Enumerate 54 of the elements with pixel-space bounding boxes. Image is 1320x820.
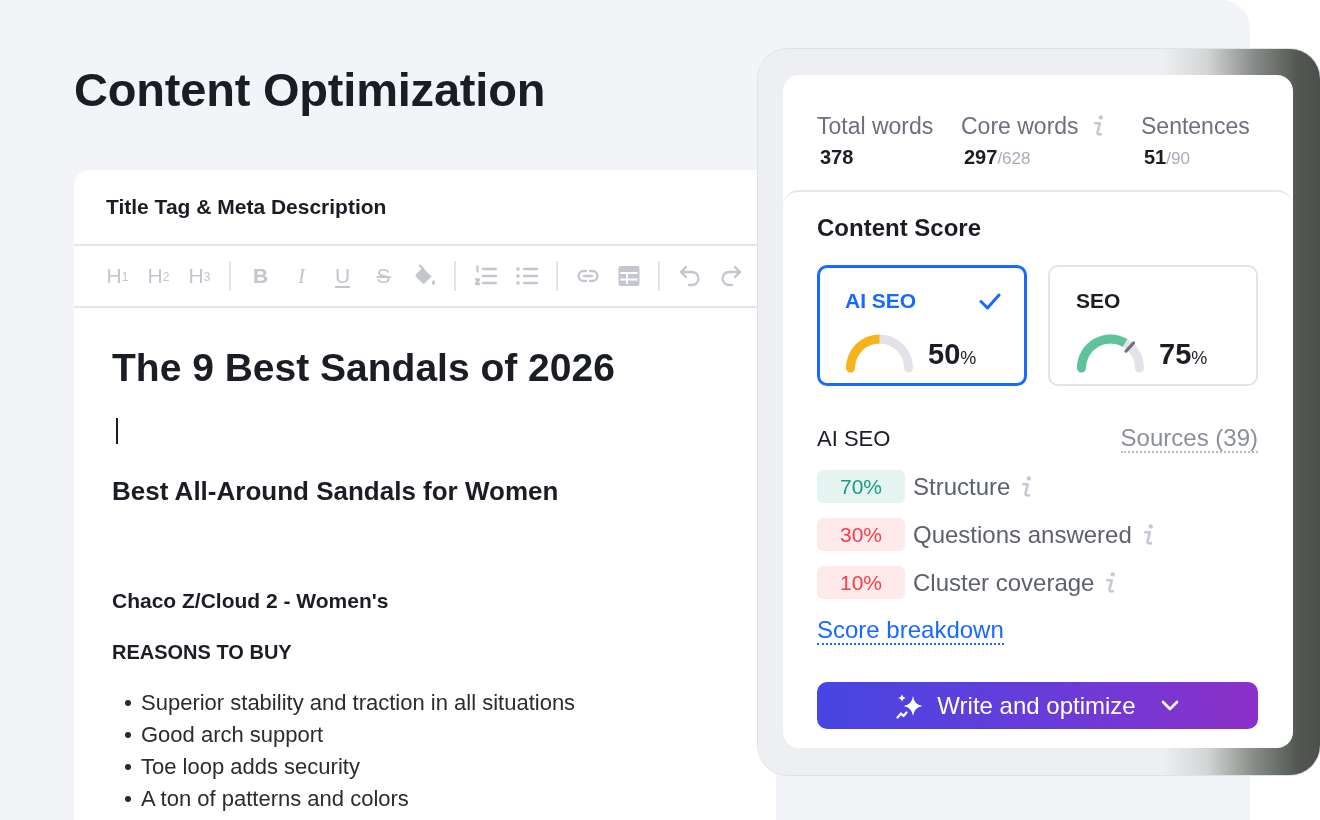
info-icon[interactable] <box>1142 523 1154 546</box>
metric-label: Cluster coverage <box>913 568 1095 597</box>
product-name: Chaco Z/Cloud 2 - Women's <box>112 588 390 614</box>
metric-label: Questions answered <box>913 520 1132 549</box>
page-title: Content Optimization <box>74 64 547 116</box>
stat-value: 378 <box>819 145 855 169</box>
italic-button[interactable]: I <box>288 261 315 291</box>
table-icon <box>616 264 641 288</box>
bold-button[interactable]: B <box>247 261 274 291</box>
info-icon[interactable] <box>1021 475 1033 498</box>
redo-icon <box>718 264 743 288</box>
stat-value: 51/90 <box>1143 145 1191 170</box>
score-tab-label: SEO <box>1076 289 1121 313</box>
bullet-icon <box>125 796 131 802</box>
score-breakdown-link[interactable]: Score breakdown <box>817 617 1004 645</box>
sources-link[interactable]: Sources (39) <box>1120 425 1258 453</box>
document-title: The 9 Best Sandals of 2026 <box>112 345 616 391</box>
score-percent: 75% <box>1159 339 1208 372</box>
metric-label: Structure <box>913 472 1011 501</box>
bullet-icon <box>125 700 131 706</box>
bullet-text: Good arch support <box>141 722 324 748</box>
stat-label: Sentences <box>1141 112 1250 140</box>
section-title: Content Score <box>817 214 982 242</box>
score-percent: 50% <box>928 339 977 372</box>
text-cursor-icon <box>116 418 118 444</box>
underline-button[interactable]: U <box>329 261 356 291</box>
section-label: REASONS TO BUY <box>112 640 293 665</box>
stat-label: Core words <box>961 112 1079 140</box>
paint-bucket-icon <box>412 264 437 288</box>
editor-header-title: Title Tag & Meta Description <box>106 194 387 221</box>
bullet-text: A ton of patterns and colors <box>141 786 409 812</box>
checkmark-icon <box>979 292 1001 310</box>
metric-percent: 30% <box>817 518 905 551</box>
score-tab-label: AI SEO <box>845 289 917 313</box>
numbered-list-icon <box>473 264 498 288</box>
strikethrough-button[interactable]: S <box>370 261 397 291</box>
score-tab[interactable]: SEO 75% <box>1048 265 1258 386</box>
bullet-icon <box>125 732 131 738</box>
bullet-icon <box>125 764 131 770</box>
stat-value: 297/628 <box>963 145 1032 170</box>
stat-label: Total words <box>817 112 934 140</box>
score-tab[interactable]: AI SEO 50% <box>817 265 1027 386</box>
bullet-list-icon <box>514 264 539 288</box>
metric-percent: 70% <box>817 470 905 503</box>
chevron-down-icon <box>1160 700 1179 711</box>
section-title: AI SEO <box>817 426 891 452</box>
write-and-optimize-button[interactable]: Write and optimize <box>817 682 1258 729</box>
info-icon[interactable] <box>1092 115 1104 137</box>
metric-percent: 10% <box>817 566 905 599</box>
bullet-text: Superior stability and traction in all situations <box>141 690 576 716</box>
info-icon[interactable] <box>1105 571 1117 594</box>
undo-icon <box>677 264 702 288</box>
bullet-text: Toe loop adds security <box>141 754 360 780</box>
document-heading: Best All-Around Sandals for Women <box>112 476 560 506</box>
